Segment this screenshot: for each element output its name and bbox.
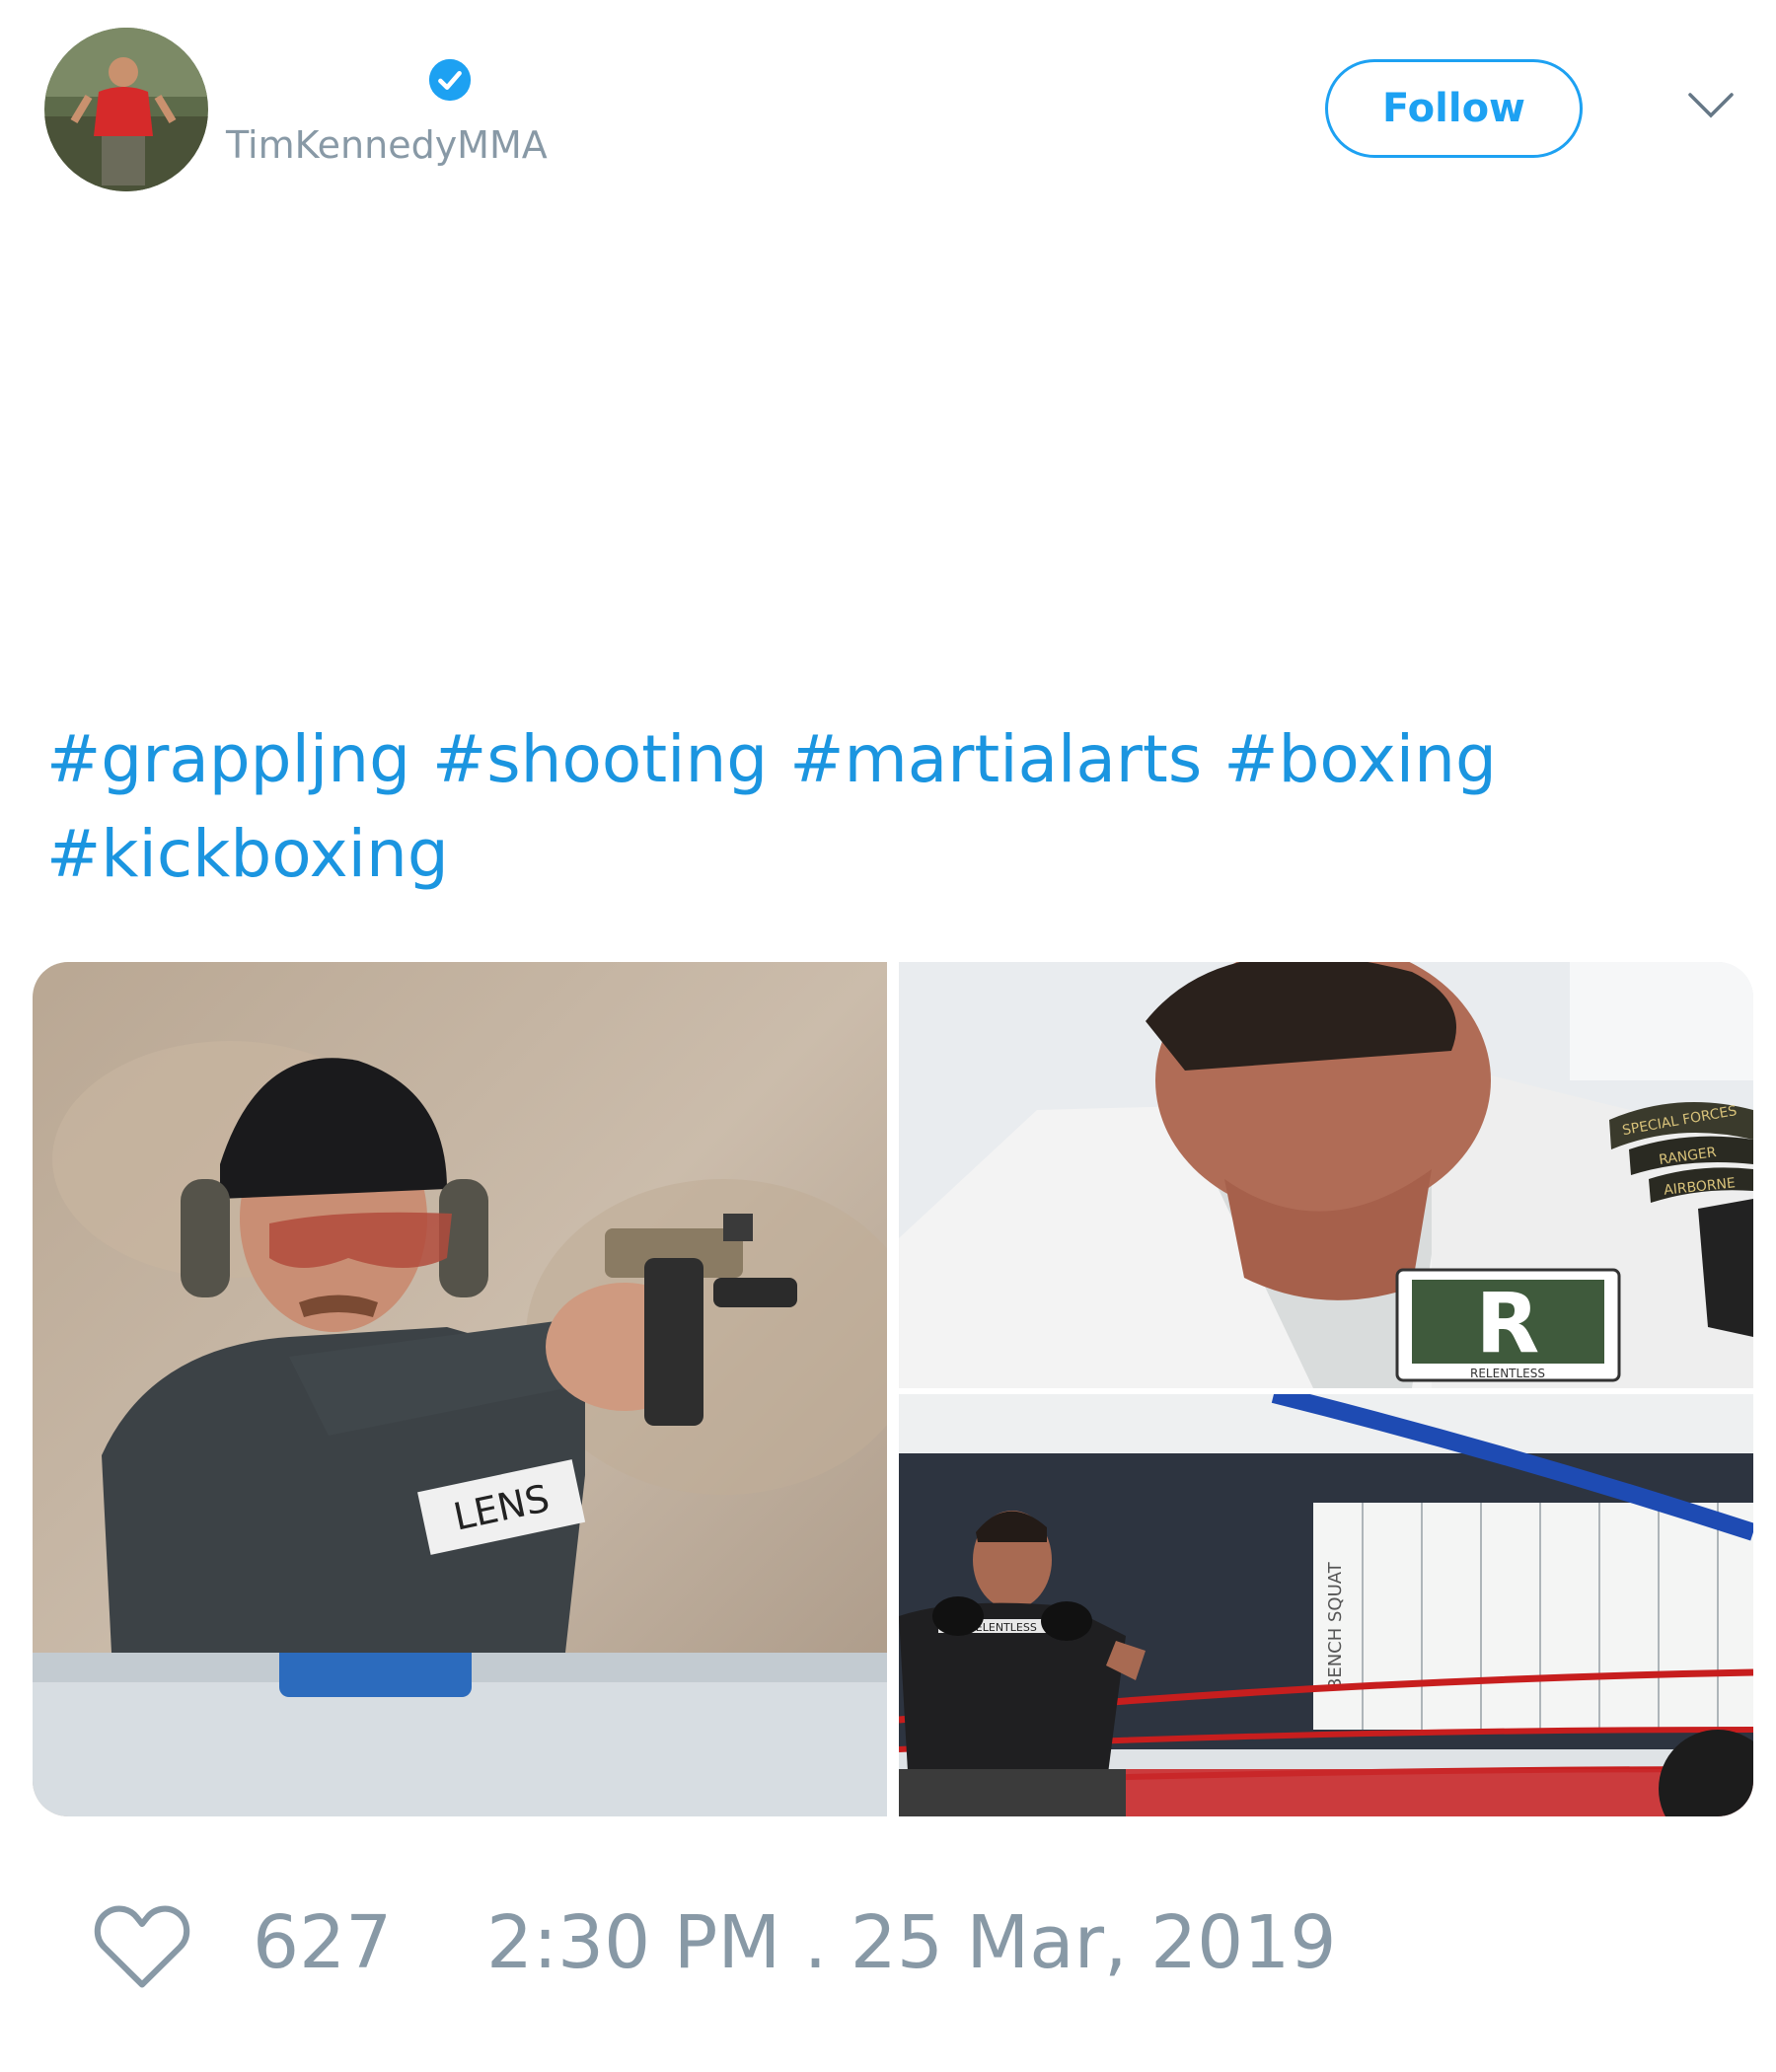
patch-letter: R [1476,1275,1540,1371]
hashtag-link[interactable]: #grappljng [46,721,410,797]
hashtag-link[interactable]: #shooting [432,721,768,797]
photo-boxing-ring[interactable]: BENCH SQUAT RELENTLESS [899,1394,1753,1816]
heart-icon[interactable] [89,1896,195,1991]
media-grid: LENS R RELENTLESS SPECIAL FORCES RANGER [33,962,1753,1816]
follow-button[interactable]: Follow [1325,59,1583,158]
verified-badge-icon [428,58,472,102]
patch-text: RELENTLESS [1470,1367,1545,1380]
tweet-timestamp[interactable]: 2:30 PM . 25 Mar, 2019 [486,1906,1336,1979]
hashtag-link[interactable]: #martialarts [789,721,1202,797]
tweet-text: #grappljng #shooting #martialarts #boxing #… [46,712,1724,902]
avatar[interactable] [44,28,208,191]
hashtag-link[interactable]: #boxing [1223,721,1497,797]
photo-jiu-jitsu-gi[interactable]: R RELENTLESS SPECIAL FORCES RANGER AIRBO… [899,962,1753,1388]
photo-shooting-range[interactable]: LENS [33,962,887,1816]
avatar-photo [44,28,208,191]
like-count: 627 [253,1900,393,1985]
chevron-down-icon[interactable] [1687,91,1735,120]
board-text: BENCH SQUAT [1325,1561,1346,1690]
hashtag-link[interactable]: #kickboxing [46,816,449,892]
user-handle[interactable]: TimKennedyMMA [226,126,548,164]
